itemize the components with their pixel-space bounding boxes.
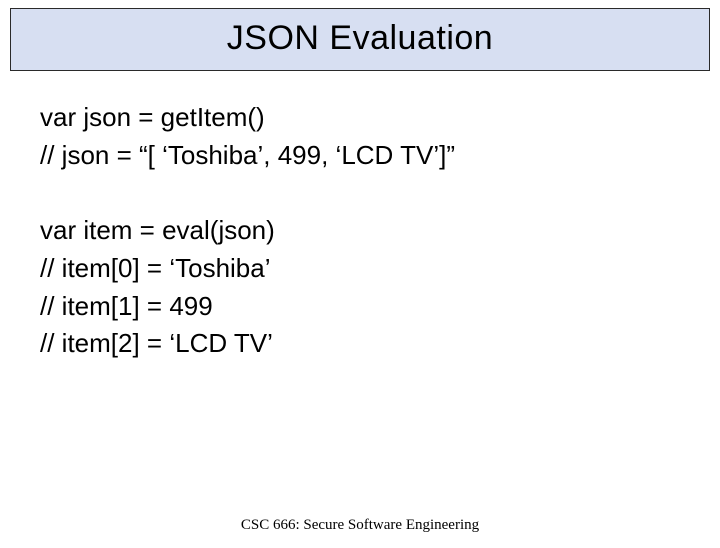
title-bar: JSON Evaluation [10, 8, 710, 71]
code-line: // item[2] = ‘LCD TV’ [40, 325, 680, 363]
code-line: // item[1] = 499 [40, 288, 680, 326]
code-line: // item[0] = ‘Toshiba’ [40, 250, 680, 288]
code-line: // json = “[ ‘Toshiba’, 499, ‘LCD TV’]” [40, 137, 680, 175]
slide-footer: CSC 666: Secure Software Engineering [0, 517, 720, 534]
code-line: var json = getItem() [40, 99, 680, 137]
code-line: var item = eval(json) [40, 212, 680, 250]
slide-content: var json = getItem() // json = “[ ‘Toshi… [0, 71, 720, 363]
slide-title: JSON Evaluation [11, 19, 709, 58]
